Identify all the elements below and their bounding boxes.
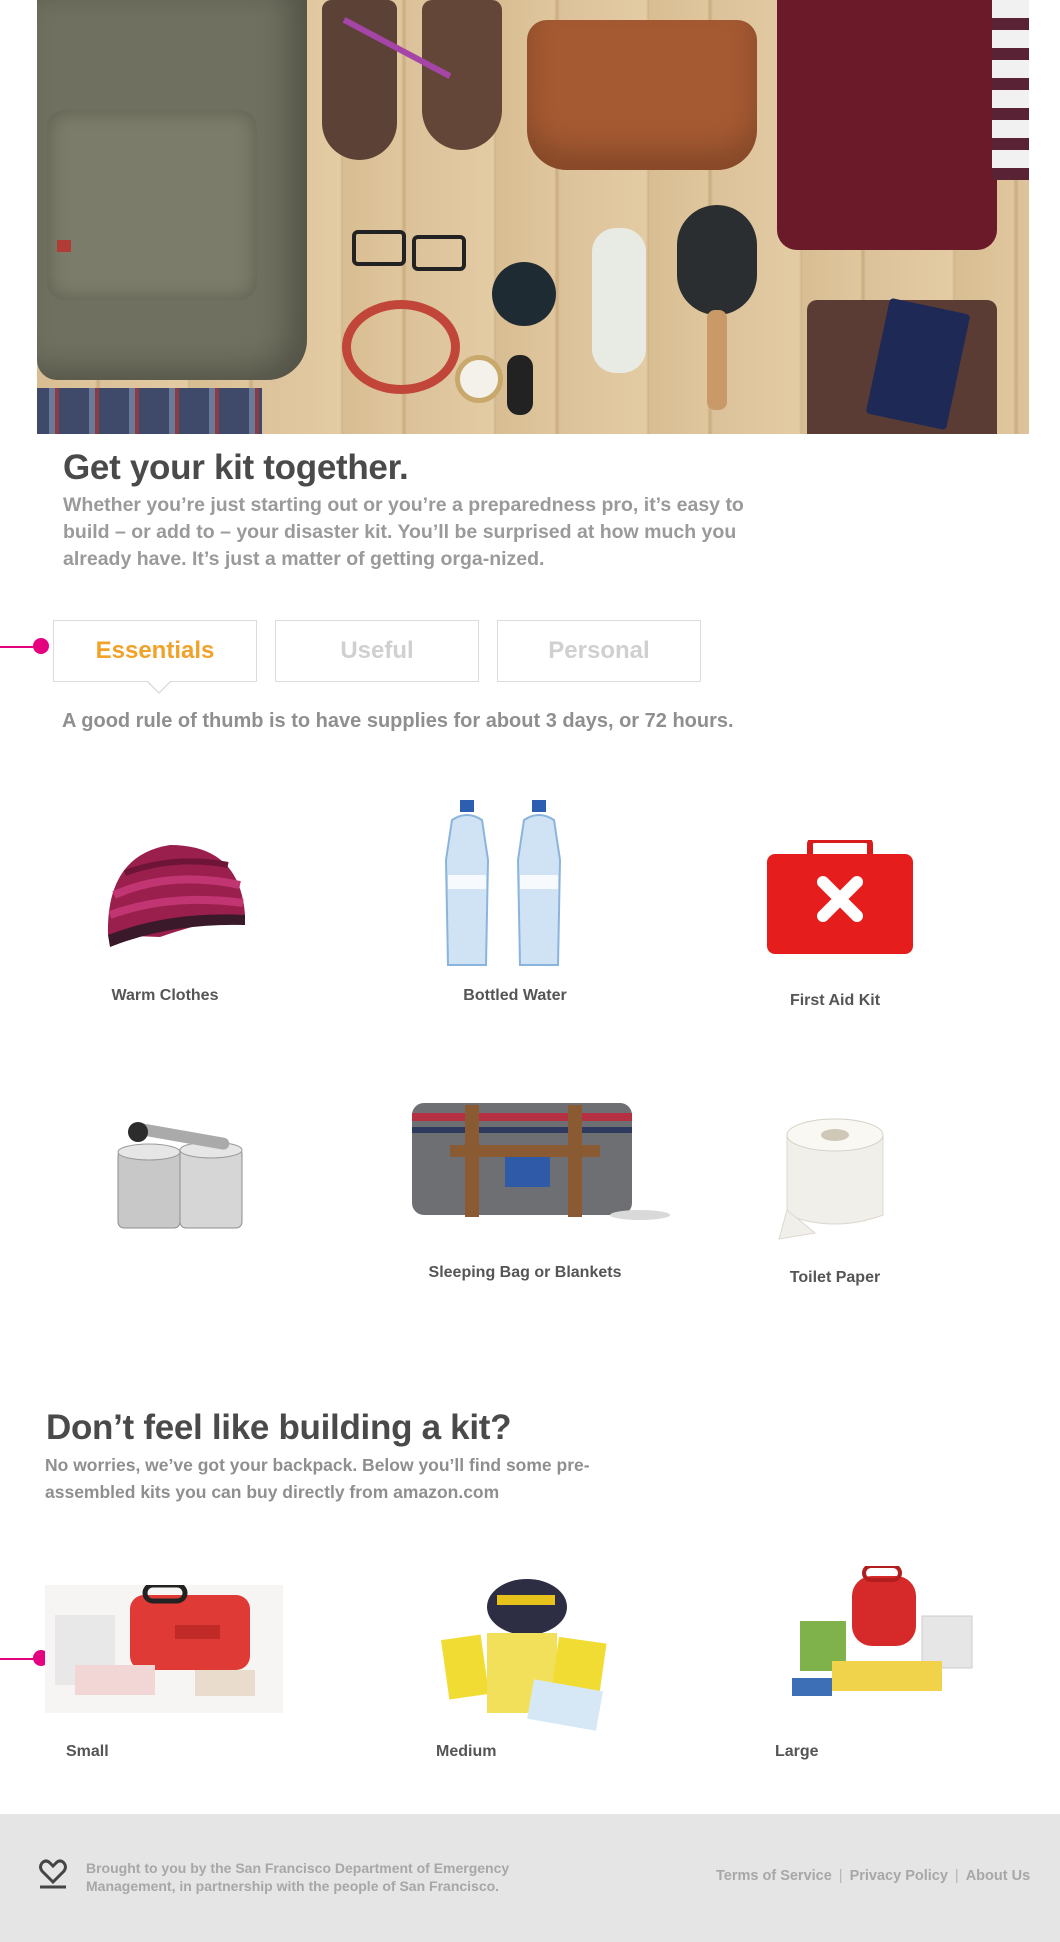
water-bottles-icon: [440, 800, 575, 970]
kit-label-large[interactable]: Large: [775, 1743, 819, 1761]
item-label-warm-clothes: Warm Clothes: [111, 987, 219, 1004]
footer-links: Terms of Service | Privacy Policy | Abou…: [716, 1868, 1030, 1884]
kit-intro: Whether you’re just starting out or you’…: [63, 494, 744, 570]
compact-illustration: [492, 262, 556, 326]
glasses-illustration: [352, 230, 406, 266]
item-label-sleeping-bag: Sleeping Bag or Blankets: [428, 1264, 622, 1281]
footer-separator: |: [838, 1868, 843, 1884]
sweater-illustration: [777, 0, 997, 250]
section-marker-line: [0, 646, 36, 648]
rule-of-thumb-text: A good rule of thumb is to have supplies…: [62, 710, 734, 732]
rolled-blanket-icon: [410, 1095, 680, 1225]
tab-essentials[interactable]: Essentials: [53, 620, 257, 682]
footer-credit: Brought to you by the San Francisco Depa…: [86, 1860, 510, 1894]
hairbrush-illustration: [677, 205, 757, 315]
knit-hat-icon: [100, 815, 250, 955]
plaid-cloth-illustration: [37, 388, 262, 434]
section-marker-dot: [33, 638, 49, 654]
item-label-toilet-paper: Toilet Paper: [789, 1269, 881, 1286]
medium-kit-image[interactable]: [435, 1575, 615, 1735]
small-kit-image[interactable]: [45, 1582, 283, 1713]
cans-and-opener-icon: [110, 1120, 250, 1232]
footer-separator: |: [954, 1868, 959, 1884]
lotion-bottle-illustration: [592, 228, 646, 373]
item-label-bottled-water: Bottled Water: [463, 987, 567, 1004]
privacy-policy-link[interactable]: Privacy Policy: [850, 1868, 948, 1884]
kit-label-medium[interactable]: Medium: [436, 1743, 496, 1761]
kit-title: Get your kit together.: [63, 448, 409, 487]
heart-logo-icon: [37, 1858, 69, 1890]
active-tab-caret: [146, 680, 172, 694]
tab-useful[interactable]: Useful: [275, 620, 479, 682]
item-label-first-aid-kit: First Aid Kit: [789, 992, 881, 1009]
prebuilt-intro: No worries, we’ve got your backpack. Bel…: [45, 1455, 590, 1502]
handbag-illustration: [527, 20, 757, 170]
terms-of-service-link[interactable]: Terms of Service: [716, 1868, 832, 1884]
first-aid-kit-icon: [765, 837, 915, 965]
tab-personal[interactable]: Personal: [497, 620, 701, 682]
kit-label-small[interactable]: Small: [66, 1743, 109, 1761]
about-us-link[interactable]: About Us: [966, 1868, 1030, 1884]
toilet-paper-icon: [775, 1115, 895, 1240]
large-kit-image[interactable]: [772, 1564, 996, 1711]
belt-illustration: [342, 300, 460, 394]
footer: Brought to you by the San Francisco Depa…: [0, 1814, 1060, 1942]
section-marker-line-2: [0, 1658, 36, 1660]
hero-image: [37, 0, 1029, 434]
prebuilt-title: Don’t feel like building a kit?: [46, 1408, 512, 1447]
